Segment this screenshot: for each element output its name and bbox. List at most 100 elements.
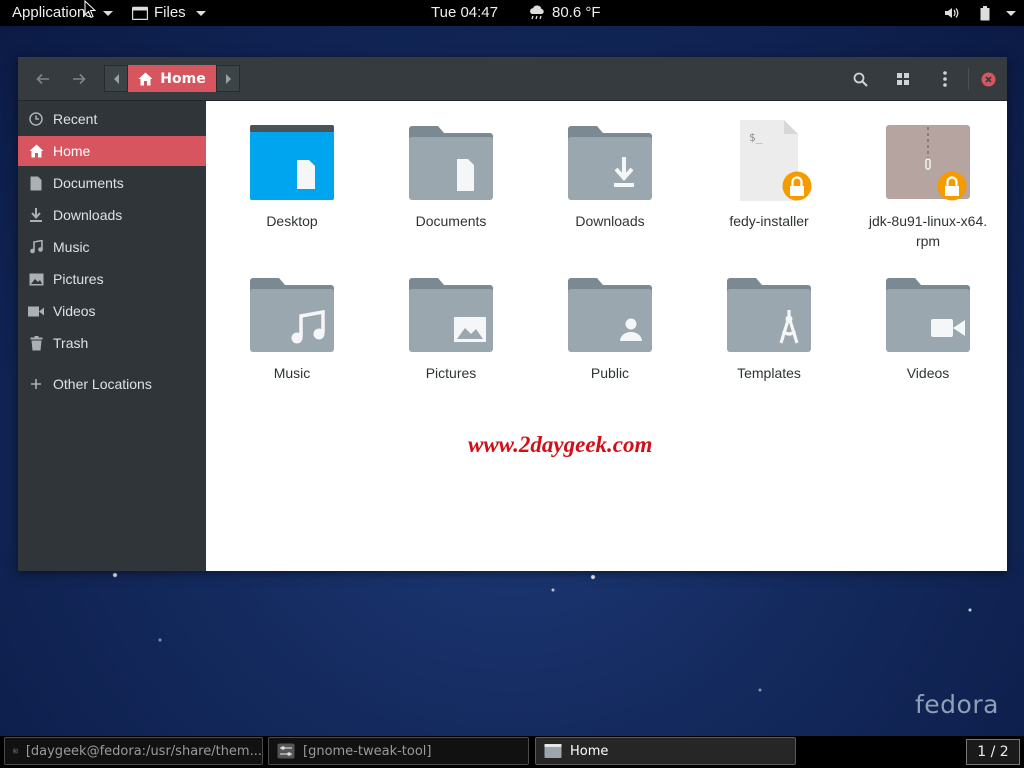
sidebar-item-label: Trash xyxy=(53,335,89,351)
clock-label: Tue 04:47 xyxy=(431,4,498,21)
desktop-folder-icon xyxy=(250,125,334,200)
script-file-icon: $_ xyxy=(740,120,812,201)
download-icon xyxy=(28,207,44,223)
weather-indicator[interactable]: 80.6 °F xyxy=(528,0,601,26)
sidebar-item-music[interactable]: Music xyxy=(18,232,206,262)
file-item-label: Templates xyxy=(737,365,801,381)
public-folder-icon xyxy=(568,278,652,352)
forward-button[interactable] xyxy=(66,67,92,91)
view-toggle-button[interactable] xyxy=(890,67,916,91)
weather-label: 80.6 °F xyxy=(552,4,601,21)
sidebar-item-pictures[interactable]: Pictures xyxy=(18,264,206,294)
chevron-left-icon xyxy=(113,73,119,84)
kebab-menu-icon xyxy=(943,71,947,87)
downloads-folder-icon xyxy=(568,126,652,200)
task-home-files[interactable]: Home xyxy=(535,737,796,765)
task-terminal[interactable]: [daygeek@fedora:/usr/share/them... xyxy=(4,737,263,765)
workspace-indicator[interactable]: 1 / 2 xyxy=(966,739,1020,765)
path-scroll-left-button[interactable] xyxy=(104,65,128,92)
file-item-videos[interactable]: Videos xyxy=(853,277,1003,383)
task-label: [gnome-tweak-tool] xyxy=(303,743,432,759)
menu-button[interactable] xyxy=(932,67,958,91)
svg-text:$_: $_ xyxy=(749,131,763,144)
file-manager-window: Home Recent Home Documents Downloads Mus… xyxy=(18,57,1007,571)
volume-icon xyxy=(945,8,959,18)
system-status-menu[interactable] xyxy=(944,0,1016,26)
mouse-pointer-icon xyxy=(84,0,96,19)
file-item-downloads[interactable]: Downloads xyxy=(535,125,685,231)
picture-icon xyxy=(28,271,44,287)
applications-menu[interactable]: Applications xyxy=(12,0,113,26)
window-list-bar: [daygeek@fedora:/usr/share/them... [gnom… xyxy=(0,736,1024,768)
sidebar-item-label: Pictures xyxy=(53,271,104,287)
sidebar-item-home[interactable]: Home xyxy=(18,136,206,166)
file-item-label: Videos xyxy=(906,365,950,381)
sidebar-item-label: Music xyxy=(53,239,90,255)
sidebar-item-recent[interactable]: Recent xyxy=(18,104,206,134)
task-label: Home xyxy=(570,743,609,759)
places-sidebar: Recent Home Documents Downloads Music Pi… xyxy=(18,101,207,571)
file-item-label: Desktop xyxy=(266,213,318,229)
sidebar-item-other-locations[interactable]: Other Locations xyxy=(18,369,206,399)
header-bar: Home xyxy=(18,57,1007,101)
home-icon xyxy=(138,72,153,85)
task-label: [daygeek@fedora:/usr/share/them... xyxy=(25,743,262,759)
grid-icon xyxy=(897,73,909,85)
file-item-label: fedy-installer xyxy=(729,213,809,229)
fedora-logo: fedora xyxy=(915,690,999,719)
path-home-button[interactable]: Home xyxy=(128,65,216,92)
file-item-label: Public xyxy=(590,365,630,381)
search-icon xyxy=(853,72,868,87)
file-item-label: Pictures xyxy=(425,365,477,381)
tweak-tool-icon xyxy=(277,743,295,759)
back-button[interactable] xyxy=(30,67,56,91)
file-item-label: jdk-8u91-linux-x64. rpm xyxy=(868,213,988,249)
archive-file-icon xyxy=(886,125,970,201)
file-item-fedy-installer[interactable]: $_ fedy-installer xyxy=(694,119,844,231)
file-item-jdk-rpm[interactable]: jdk-8u91-linux-x64. rpm xyxy=(853,125,1003,251)
file-view: Desktop Documents Downloads $_ fedy-inst… xyxy=(206,101,1007,571)
file-item-pictures[interactable]: Pictures xyxy=(376,277,526,383)
file-item-public[interactable]: Public xyxy=(535,277,685,383)
sidebar-item-downloads[interactable]: Downloads xyxy=(18,200,206,230)
file-item-music[interactable]: Music xyxy=(217,277,367,383)
home-icon xyxy=(28,143,44,159)
path-scroll-right-button[interactable] xyxy=(216,65,240,92)
chevron-down-icon xyxy=(1006,10,1016,16)
chevron-down-icon xyxy=(195,10,206,16)
close-icon xyxy=(981,72,995,86)
pictures-folder-icon xyxy=(409,278,493,352)
sidebar-item-documents[interactable]: Documents xyxy=(18,168,206,198)
templates-folder-icon xyxy=(727,278,811,352)
terminal-icon xyxy=(13,748,18,754)
task-gnome-tweak-tool[interactable]: [gnome-tweak-tool] xyxy=(268,737,529,765)
clock[interactable]: Tue 04:47 xyxy=(431,0,498,26)
file-item-label: Music xyxy=(273,365,311,381)
file-item-templates[interactable]: Templates xyxy=(694,277,844,383)
file-item-label: Documents xyxy=(415,213,487,229)
path-home-label: Home xyxy=(160,70,206,87)
files-label: Files xyxy=(154,4,186,21)
sidebar-item-label: Home xyxy=(53,143,91,159)
sidebar-item-trash[interactable]: Trash xyxy=(18,328,206,358)
chevron-down-icon xyxy=(102,10,113,16)
files-app-icon xyxy=(132,6,148,20)
applications-label: Applications xyxy=(12,4,93,21)
music-icon xyxy=(28,239,44,255)
close-window-button[interactable] xyxy=(975,67,1001,91)
header-separator xyxy=(968,68,969,90)
search-button[interactable] xyxy=(847,67,873,91)
arrow-left-icon xyxy=(36,73,49,85)
cloud-rain-icon xyxy=(530,5,544,20)
clock-icon xyxy=(28,111,44,127)
sidebar-item-label: Documents xyxy=(53,175,124,191)
file-item-desktop[interactable]: Desktop xyxy=(217,125,367,231)
plus-icon xyxy=(28,376,44,392)
watermark-text: www.2daygeek.com xyxy=(468,432,653,457)
path-bar: Home xyxy=(104,65,240,92)
top-bar: Applications Files Tue 04:47 80.6 °F xyxy=(0,0,1024,26)
file-item-documents[interactable]: Documents xyxy=(376,125,526,231)
sidebar-item-videos[interactable]: Videos xyxy=(18,296,206,326)
battery-icon xyxy=(980,5,990,20)
files-app-menu[interactable]: Files xyxy=(132,0,206,26)
